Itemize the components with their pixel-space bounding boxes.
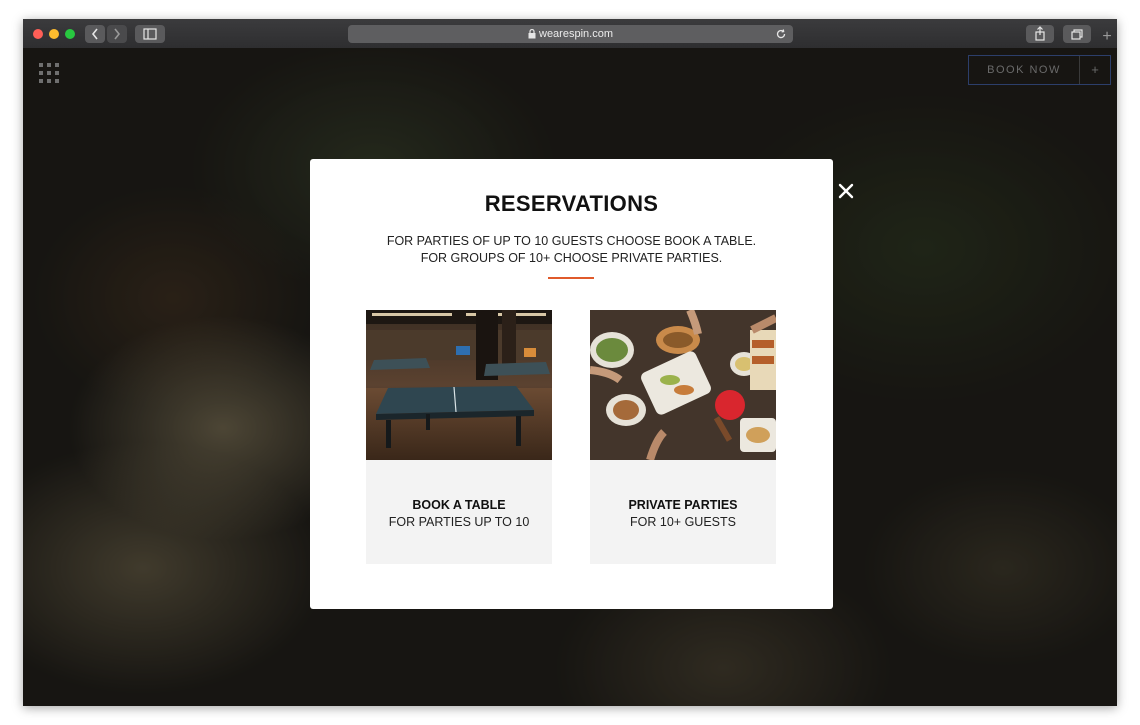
new-tab-button[interactable]: + xyxy=(1099,29,1115,45)
sidebar-button[interactable] xyxy=(135,25,165,43)
page-content: BOOK NOW + RESERVATIONS FOR PARTIES OF U… xyxy=(23,48,1117,706)
browser-toolbar: wearespin.com + xyxy=(23,19,1117,49)
address-bar[interactable]: wearespin.com xyxy=(348,25,793,43)
zoom-window-button[interactable] xyxy=(65,29,75,39)
book-now-button[interactable]: BOOK NOW + xyxy=(968,55,1111,85)
card-title: PRIVATE PARTIES xyxy=(628,498,738,512)
ping-pong-tables-photo xyxy=(366,310,552,460)
back-button[interactable] xyxy=(85,25,105,43)
close-icon[interactable] xyxy=(835,180,857,202)
card-subtitle: FOR 10+ GUESTS xyxy=(630,515,736,529)
food-spread-photo xyxy=(590,310,776,460)
chevron-left-icon xyxy=(91,28,98,40)
tabs-overview-button[interactable] xyxy=(1063,25,1091,43)
minimize-window-button[interactable] xyxy=(49,29,59,39)
book-now-label: BOOK NOW xyxy=(969,56,1080,84)
sidebar-icon xyxy=(143,28,157,40)
forward-button[interactable] xyxy=(107,25,127,43)
reload-icon[interactable] xyxy=(775,28,787,40)
chevron-right-icon xyxy=(114,28,121,40)
description-line-1: FOR PARTIES OF UP TO 10 GUESTS CHOOSE BO… xyxy=(386,234,757,248)
tabs-icon xyxy=(1071,29,1083,40)
browser-window: wearespin.com + BOOK NOW + RESERVATIONS … xyxy=(23,19,1117,706)
card-title: BOOK A TABLE xyxy=(412,498,506,512)
share-icon xyxy=(1035,26,1045,41)
lock-icon xyxy=(528,29,536,39)
book-now-plus[interactable]: + xyxy=(1080,56,1110,84)
accent-divider xyxy=(548,277,594,279)
reservations-modal: RESERVATIONS FOR PARTIES OF UP TO 10 GUE… xyxy=(310,159,833,609)
plus-icon: + xyxy=(1102,28,1112,45)
book-a-table-card[interactable]: BOOK A TABLE FOR PARTIES UP TO 10 xyxy=(366,310,552,564)
url-text: wearespin.com xyxy=(539,28,613,40)
share-button[interactable] xyxy=(1026,25,1054,43)
modal-description: FOR PARTIES OF UP TO 10 GUESTS CHOOSE BO… xyxy=(310,233,833,267)
private-parties-card[interactable]: PRIVATE PARTIES FOR 10+ GUESTS xyxy=(590,310,776,564)
modal-title: RESERVATIONS xyxy=(484,191,659,216)
close-window-button[interactable] xyxy=(33,29,43,39)
card-subtitle: FOR PARTIES UP TO 10 xyxy=(388,515,530,529)
grid-menu-icon[interactable] xyxy=(39,63,59,83)
description-line-2: FOR GROUPS OF 10+ CHOOSE PRIVATE PARTIES… xyxy=(420,251,723,265)
